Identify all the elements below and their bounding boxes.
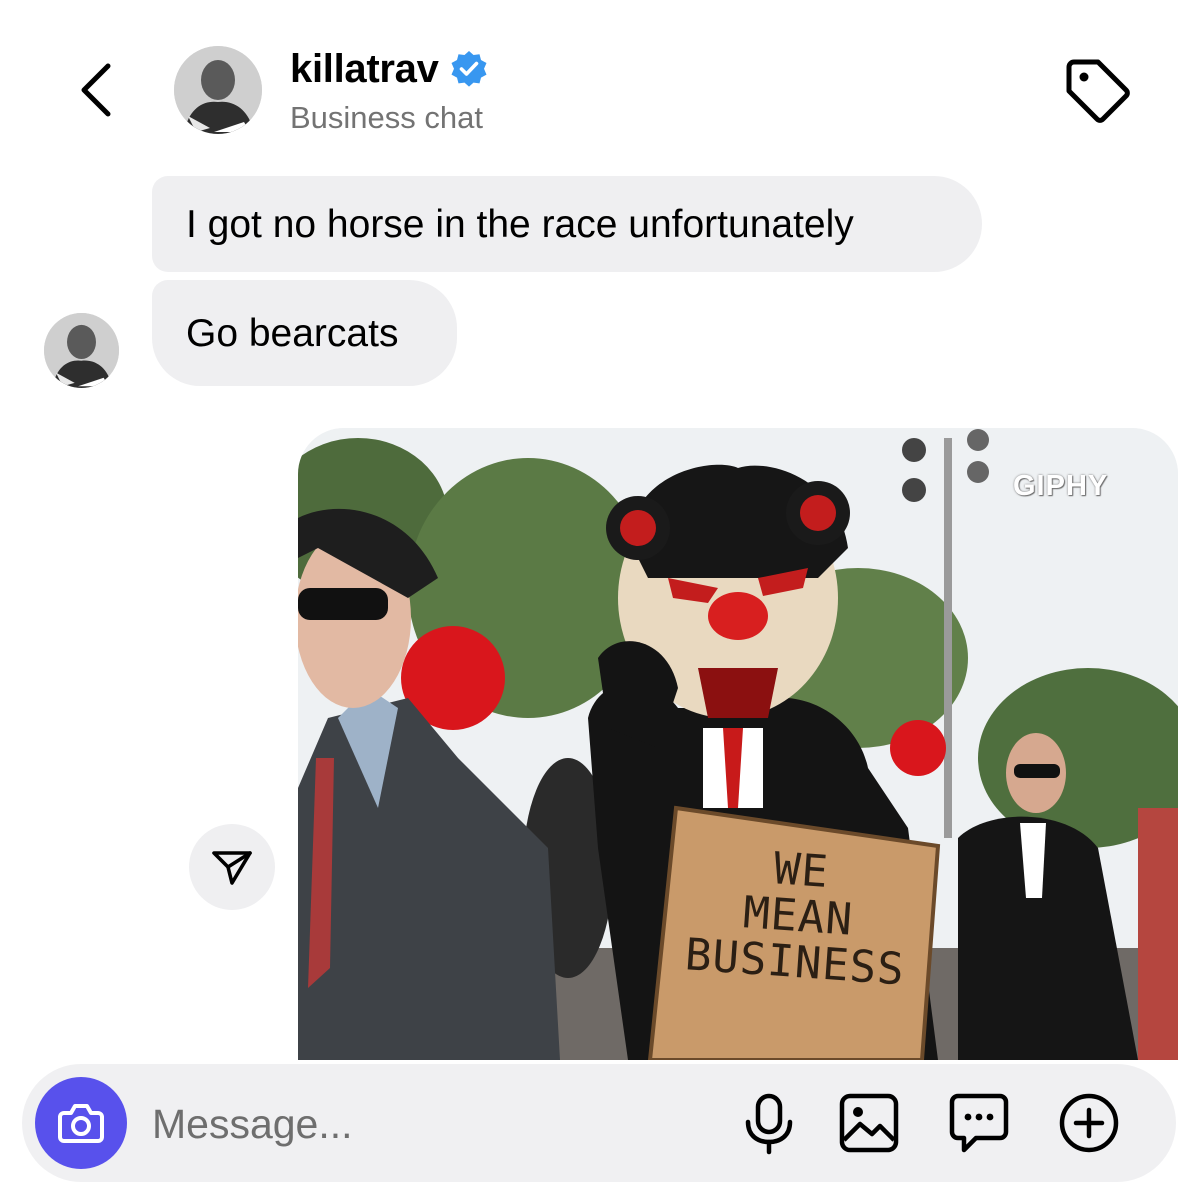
tag-icon	[1066, 59, 1130, 123]
chat-subtitle: Business chat	[290, 100, 483, 135]
camera-icon	[58, 1104, 104, 1143]
image-gallery-icon	[839, 1093, 899, 1153]
gif-sign-text: WE MEAN BUSINESS	[683, 843, 907, 996]
message-bubble[interactable]: I got no horse in the race unfortunately	[152, 176, 982, 272]
microphone-icon	[745, 1093, 793, 1155]
message-bubble[interactable]: Go bearcats	[152, 280, 457, 386]
chevron-left-icon	[81, 63, 111, 117]
share-button[interactable]	[189, 824, 275, 910]
add-button[interactable]	[1056, 1090, 1122, 1156]
sticker-button[interactable]	[946, 1090, 1012, 1156]
plus-circle-icon	[1059, 1093, 1119, 1153]
chat-header: killatrav Business chat	[0, 0, 1200, 160]
microphone-button[interactable]	[736, 1090, 802, 1156]
gallery-button[interactable]	[836, 1090, 902, 1156]
chat-bubble-icon	[949, 1093, 1009, 1153]
username[interactable]: killatrav	[290, 47, 439, 92]
message-input[interactable]	[150, 1086, 714, 1162]
header-title-row[interactable]: killatrav	[290, 44, 489, 94]
gif-message[interactable]: WE MEAN BUSINESS	[298, 428, 1178, 1060]
message-text: I got no horse in the race unfortunately	[186, 202, 854, 246]
share-paper-plane-icon	[212, 851, 252, 885]
giphy-watermark: GIPHY	[1013, 470, 1109, 502]
sender-avatar[interactable]	[44, 313, 119, 388]
avatar[interactable]	[174, 46, 262, 134]
back-button[interactable]	[70, 58, 130, 122]
message-text: Go bearcats	[186, 311, 399, 355]
tag-button[interactable]	[1058, 56, 1134, 126]
verified-badge-icon	[451, 51, 487, 87]
camera-button[interactable]	[35, 1077, 127, 1169]
